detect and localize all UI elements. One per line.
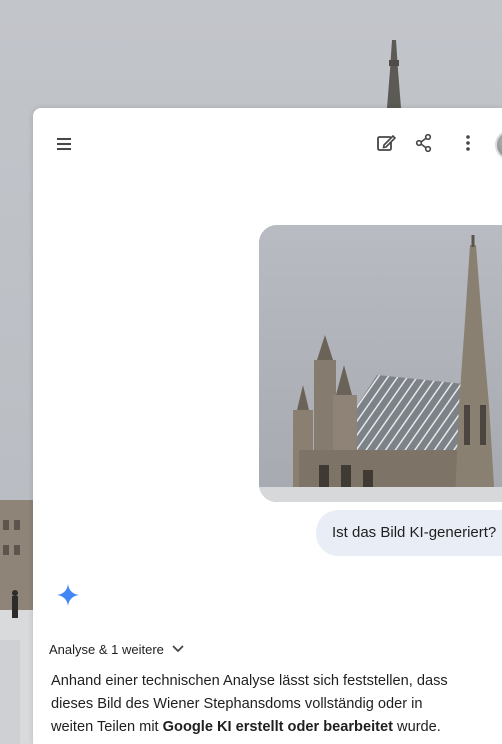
share-icon[interactable] — [413, 132, 435, 154]
more-vert-icon[interactable] — [457, 132, 479, 154]
edit-square-icon[interactable] — [375, 132, 397, 154]
user-prompt-bubble: Ist das Bild KI-generiert? — [316, 510, 502, 556]
chat-panel: Ist das Bild KI-generiert? Analyse & 1 w… — [33, 108, 502, 744]
uploaded-image[interactable] — [259, 225, 502, 502]
emphasis-text: Google KI erstellt oder bearbeitet — [162, 719, 393, 735]
top-bar — [33, 108, 502, 180]
analysis-label: Analyse & 1 weitere — [49, 641, 164, 657]
response-line: dieses Bild des Wiener Stephansdoms voll… — [51, 696, 423, 712]
hamburger-menu-icon[interactable] — [55, 136, 75, 152]
chevron-down-icon — [172, 645, 184, 653]
analysis-toggle[interactable]: Analyse & 1 weitere — [49, 638, 184, 660]
response-text: Anhand einer technischen Analyse lässt s… — [51, 670, 502, 739]
response-line: weiten Teilen mit Google KI erstellt ode… — [51, 719, 441, 735]
sparkle-icon — [57, 584, 79, 606]
user-prompt-text: Ist das Bild KI-generiert? — [332, 524, 497, 541]
profile-avatar[interactable] — [495, 130, 502, 160]
response-line: Anhand einer technischen Analyse lässt s… — [51, 673, 448, 689]
